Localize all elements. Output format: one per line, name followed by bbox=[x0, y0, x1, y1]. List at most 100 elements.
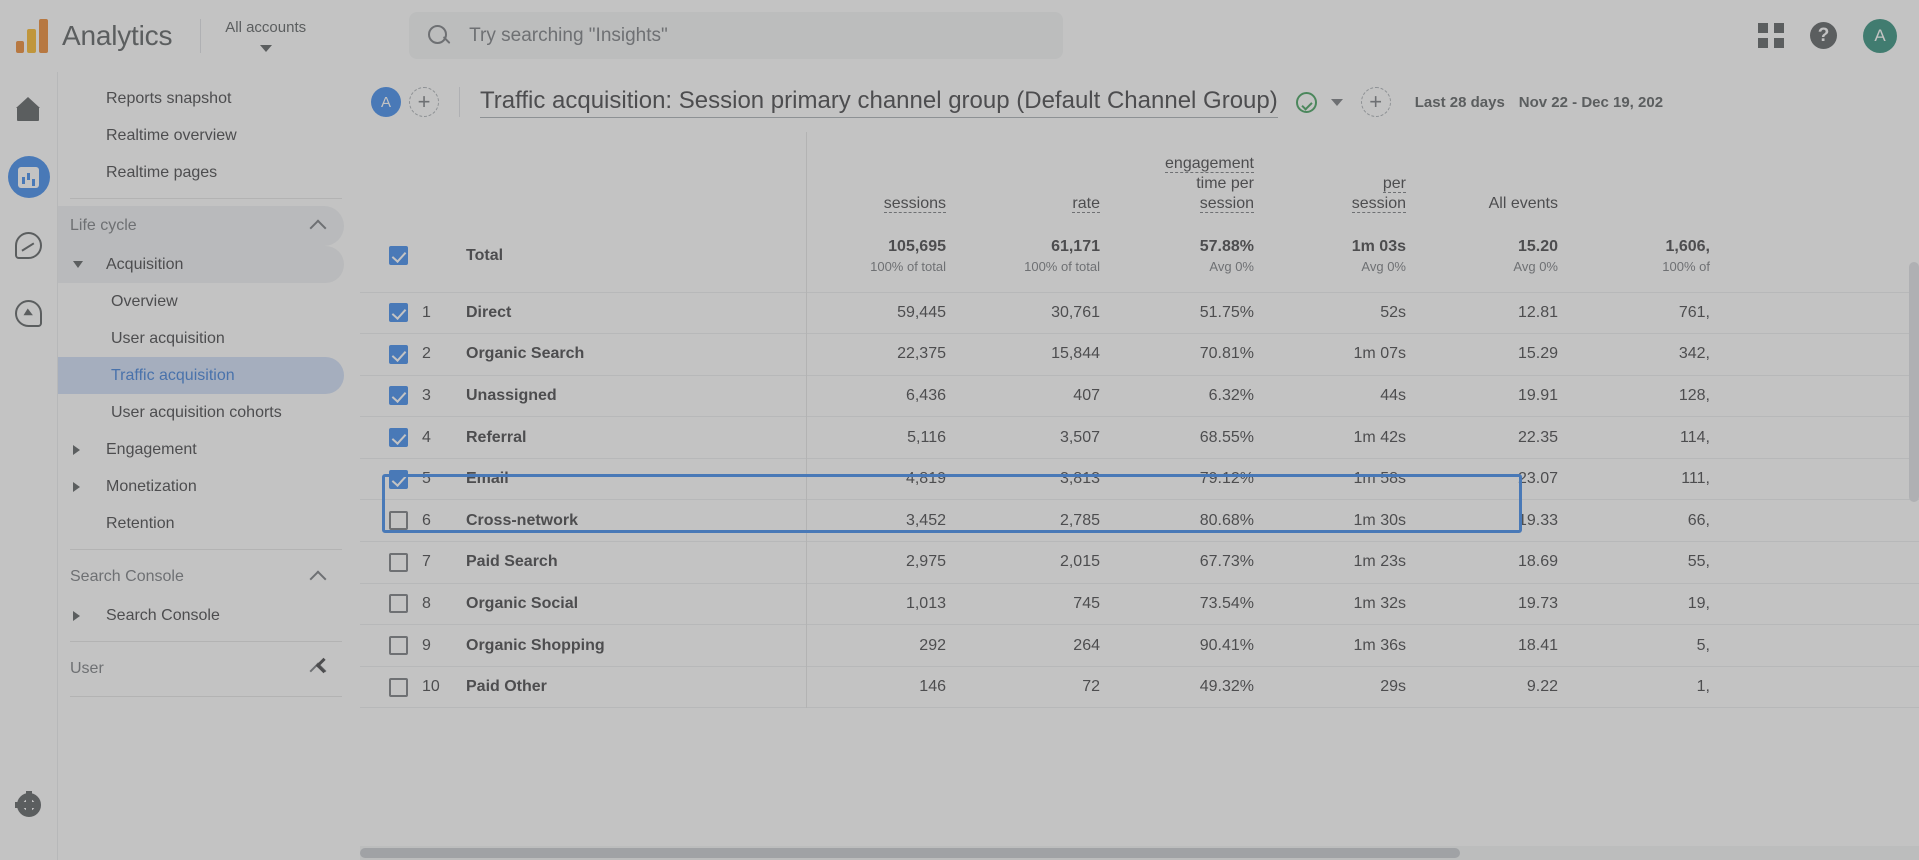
caret-down-icon[interactable] bbox=[1330, 98, 1343, 106]
table-row[interactable]: 4 Referral 5,116 3,507 68.55% 1m 42s 22.35 114, bbox=[360, 416, 1919, 459]
row-dimension[interactable]: Organic Social bbox=[466, 583, 806, 625]
header-sessions[interactable]: sessions bbox=[805, 132, 960, 220]
row-checkbox[interactable] bbox=[389, 386, 408, 406]
rail-item-settings[interactable] bbox=[8, 784, 50, 826]
date-range-selector[interactable]: Last 28 days Nov 22 - Dec 19, 202 bbox=[1415, 94, 1663, 111]
sidebar-item-label: User acquisition cohorts bbox=[111, 403, 282, 421]
row-spacer bbox=[1724, 500, 1919, 542]
sidebar-item-reports-snapshot[interactable]: Reports snapshot bbox=[58, 80, 344, 117]
data-table-container: sessions rate engagement time per sessio… bbox=[360, 132, 1919, 860]
header-engagement-rate[interactable]: engagement time per session bbox=[1114, 132, 1268, 220]
row-metric: 79.12% bbox=[1199, 470, 1254, 488]
row-rank: 5 bbox=[422, 470, 431, 488]
icon-rail bbox=[0, 72, 57, 860]
row-metric: 90.41% bbox=[1199, 636, 1254, 654]
horizontal-scrollbar[interactable] bbox=[360, 846, 1919, 860]
header-label: per bbox=[1382, 175, 1406, 193]
row-dimension[interactable]: Organic Search bbox=[466, 334, 806, 376]
row-dimension[interactable]: Cross-network bbox=[466, 500, 806, 542]
row-dimension[interactable]: Organic Shopping bbox=[466, 625, 806, 667]
table-row[interactable]: 10 Paid Other 146 72 49.32% 29s 9.22 1, bbox=[360, 666, 1919, 708]
row-metric: 1m 32s bbox=[1353, 594, 1406, 612]
row-checkbox[interactable] bbox=[389, 636, 408, 656]
row-dimension[interactable]: Referral bbox=[466, 417, 806, 459]
sidebar-item-search-console[interactable]: Search Console bbox=[58, 597, 344, 634]
sidebar-item-retention[interactable]: Retention bbox=[58, 505, 344, 542]
row-dimension[interactable]: Unassigned bbox=[466, 375, 806, 417]
apps-grid-icon[interactable] bbox=[1758, 22, 1784, 49]
row-checkbox[interactable] bbox=[389, 469, 408, 489]
header-engaged-sessions[interactable]: rate bbox=[960, 132, 1114, 220]
avatar[interactable]: A bbox=[1863, 18, 1897, 53]
date-range-label: Nov 22 - Dec 19, 202 bbox=[1518, 93, 1664, 111]
analytics-logo-icon[interactable] bbox=[16, 18, 48, 53]
caret-down-icon bbox=[73, 261, 83, 268]
add-comparison-button[interactable]: + bbox=[1360, 87, 1391, 117]
vertical-scrollbar[interactable] bbox=[1909, 262, 1919, 502]
home-icon bbox=[16, 96, 41, 122]
row-checkbox[interactable] bbox=[389, 246, 408, 266]
row-dimension[interactable]: Email bbox=[466, 458, 806, 500]
header-rank-col bbox=[422, 132, 466, 220]
table-row[interactable]: 9 Organic Shopping 292 264 90.41% 1m 36s 18.41… bbox=[360, 624, 1919, 667]
row-spacer bbox=[1724, 666, 1919, 708]
sidebar-item-traffic-acquisition[interactable]: Traffic acquisition bbox=[58, 357, 344, 394]
rail-item-reports[interactable] bbox=[7, 156, 50, 198]
header-dimension-col bbox=[466, 132, 806, 220]
table-row[interactable]: 2 Organic Search 22,375 15,844 70.81% 1m 07s 1… bbox=[360, 333, 1919, 376]
report-avatar[interactable]: A bbox=[371, 87, 401, 117]
sidebar-item-monetization[interactable]: Monetization bbox=[58, 468, 344, 505]
table-row[interactable]: 5 Email 4,819 3,813 79.12% 1m 58s 23.07 111, bbox=[360, 458, 1919, 500]
row-dimension[interactable]: Direct bbox=[466, 292, 806, 334]
row-checkbox[interactable] bbox=[389, 344, 408, 364]
table-row[interactable]: 6 Cross-network 3,452 2,785 80.68% 1m 30s 19.3… bbox=[360, 499, 1919, 542]
help-icon[interactable]: ? bbox=[1810, 22, 1837, 49]
rail-item-home[interactable] bbox=[8, 88, 50, 130]
date-preset-label: Last 28 days bbox=[1414, 93, 1505, 111]
row-dimension[interactable]: Paid Other bbox=[466, 666, 806, 708]
row-checkbox[interactable] bbox=[389, 552, 408, 572]
sidebar-item-user-acquisition[interactable]: User acquisition bbox=[58, 320, 344, 357]
search-input[interactable]: Try searching "Insights" bbox=[409, 12, 1064, 59]
table-row[interactable]: 8 Organic Social 1,013 745 73.54% 1m 32s 19.73… bbox=[360, 583, 1919, 625]
divider bbox=[70, 198, 342, 199]
row-metric: 1m 23s bbox=[1353, 553, 1406, 571]
scrollbar-thumb[interactable] bbox=[360, 848, 1460, 858]
row-checkbox[interactable] bbox=[389, 303, 408, 323]
sidebar-item-realtime-overview[interactable]: Realtime overview bbox=[58, 117, 344, 154]
sidebar-item-user-acquisition-cohorts[interactable]: User acquisition cohorts bbox=[58, 394, 344, 431]
caret-right-icon bbox=[73, 481, 80, 492]
row-checkbox[interactable] bbox=[389, 511, 408, 531]
row-metric: 68.55% bbox=[1199, 428, 1254, 446]
row-checkbox[interactable] bbox=[389, 428, 408, 448]
account-selector[interactable]: All accounts bbox=[225, 19, 306, 52]
table-row[interactable]: 1 Direct 59,445 30,761 51.75% 52s 12.81 761, bbox=[360, 292, 1919, 334]
sidebar-item-engagement[interactable]: Engagement bbox=[58, 431, 344, 468]
page-title[interactable]: Traffic acquisition: Session primary cha… bbox=[480, 87, 1278, 118]
row-metric: 15.29 bbox=[1517, 345, 1558, 363]
row-metric: 128, bbox=[1572, 375, 1724, 417]
search-placeholder: Try searching "Insights" bbox=[469, 24, 668, 46]
sidebar-section-life-cycle[interactable]: Life cycle bbox=[58, 206, 344, 246]
row-metric-sublabel: Avg 0% bbox=[1209, 258, 1254, 274]
row-metric: 6,436 bbox=[805, 375, 960, 417]
sidebar-item-overview[interactable]: Overview bbox=[58, 283, 344, 320]
table-row[interactable]: 3 Unassigned 6,436 407 6.32% 44s 19.91 128, bbox=[360, 375, 1919, 417]
rail-item-explore[interactable] bbox=[8, 224, 50, 266]
add-segment-button[interactable]: + bbox=[409, 87, 439, 117]
row-metric: 2,975 bbox=[805, 541, 960, 584]
row-checkbox[interactable] bbox=[389, 677, 408, 697]
advertising-target-icon bbox=[15, 299, 42, 327]
sidebar-section-user[interactable]: User bbox=[58, 649, 344, 689]
rail-item-advertising[interactable] bbox=[8, 292, 50, 334]
row-checkbox[interactable] bbox=[389, 594, 408, 614]
sidebar-item-acquisition[interactable]: Acquisition bbox=[58, 246, 344, 283]
table-row[interactable]: 7 Paid Search 2,975 2,015 67.73% 1m 23s 18.69 5… bbox=[360, 541, 1919, 584]
row-dimension[interactable]: Paid Search bbox=[466, 542, 806, 584]
sidebar-item-realtime-pages[interactable]: Realtime pages bbox=[58, 154, 344, 191]
header-events-per-session[interactable]: per session bbox=[1268, 132, 1420, 220]
sidebar-section-search-console[interactable]: Search Console bbox=[58, 557, 344, 597]
sidebar-collapse-button[interactable] bbox=[310, 652, 336, 678]
row-metric: 72 bbox=[1082, 678, 1100, 696]
header-all-events[interactable]: All events bbox=[1420, 132, 1572, 220]
